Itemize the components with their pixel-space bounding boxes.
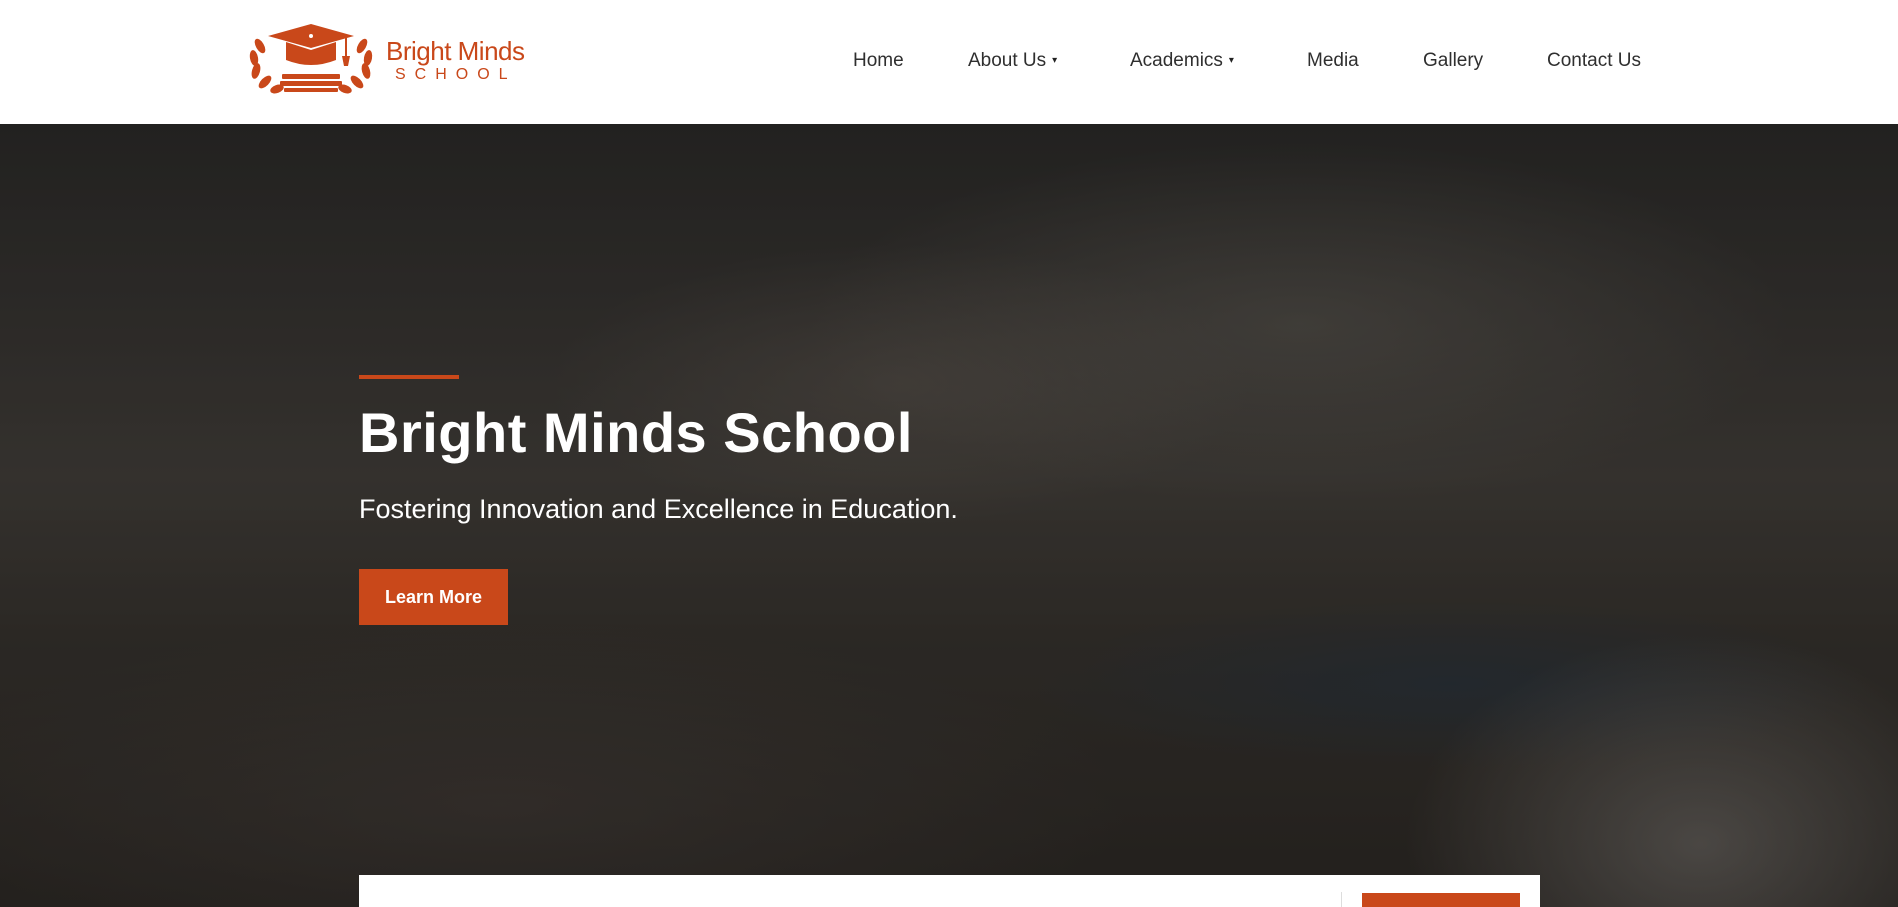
card-action-button[interactable] — [1362, 893, 1520, 907]
nav-home-label: Home — [853, 50, 904, 71]
site-logo[interactable]: Bright Minds SCHOOL — [246, 22, 528, 96]
nav-academics[interactable]: Academics ▾ — [1130, 50, 1234, 72]
nav-gallery-label: Gallery — [1423, 50, 1484, 71]
hero-section: Bright Minds School Fostering Innovation… — [0, 124, 1898, 907]
learn-more-button[interactable]: Learn More — [359, 569, 508, 625]
nav-gallery[interactable]: Gallery — [1423, 50, 1483, 72]
info-card — [359, 875, 1540, 907]
nav-media[interactable]: Media — [1307, 50, 1359, 72]
nav-about-us-label: About Us — [968, 50, 1047, 71]
site-header: Bright Minds SCHOOL Home About Us ▾ Acade… — [0, 0, 1898, 124]
nav-about-us[interactable]: About Us ▾ — [968, 50, 1057, 72]
hero-title: Bright Minds School — [359, 401, 913, 464]
nav-contact-us[interactable]: Contact Us — [1547, 50, 1641, 72]
logo-subtitle: SCHOOL — [395, 66, 517, 83]
hero-accent-line — [359, 375, 459, 379]
card-divider — [1341, 892, 1342, 907]
nav-contact-us-label: Contact Us — [1547, 50, 1641, 71]
graduation-cap-laurel-icon — [249, 24, 373, 94]
caret-down-icon: ▾ — [1052, 55, 1058, 66]
nav-media-label: Media — [1307, 50, 1359, 71]
hero-subtitle: Fostering Innovation and Excellence in E… — [359, 494, 958, 524]
nav-academics-label: Academics — [1130, 50, 1223, 71]
caret-down-icon: ▾ — [1228, 55, 1234, 66]
logo-name: Bright Minds — [386, 36, 525, 66]
nav-home[interactable]: Home — [853, 50, 904, 72]
